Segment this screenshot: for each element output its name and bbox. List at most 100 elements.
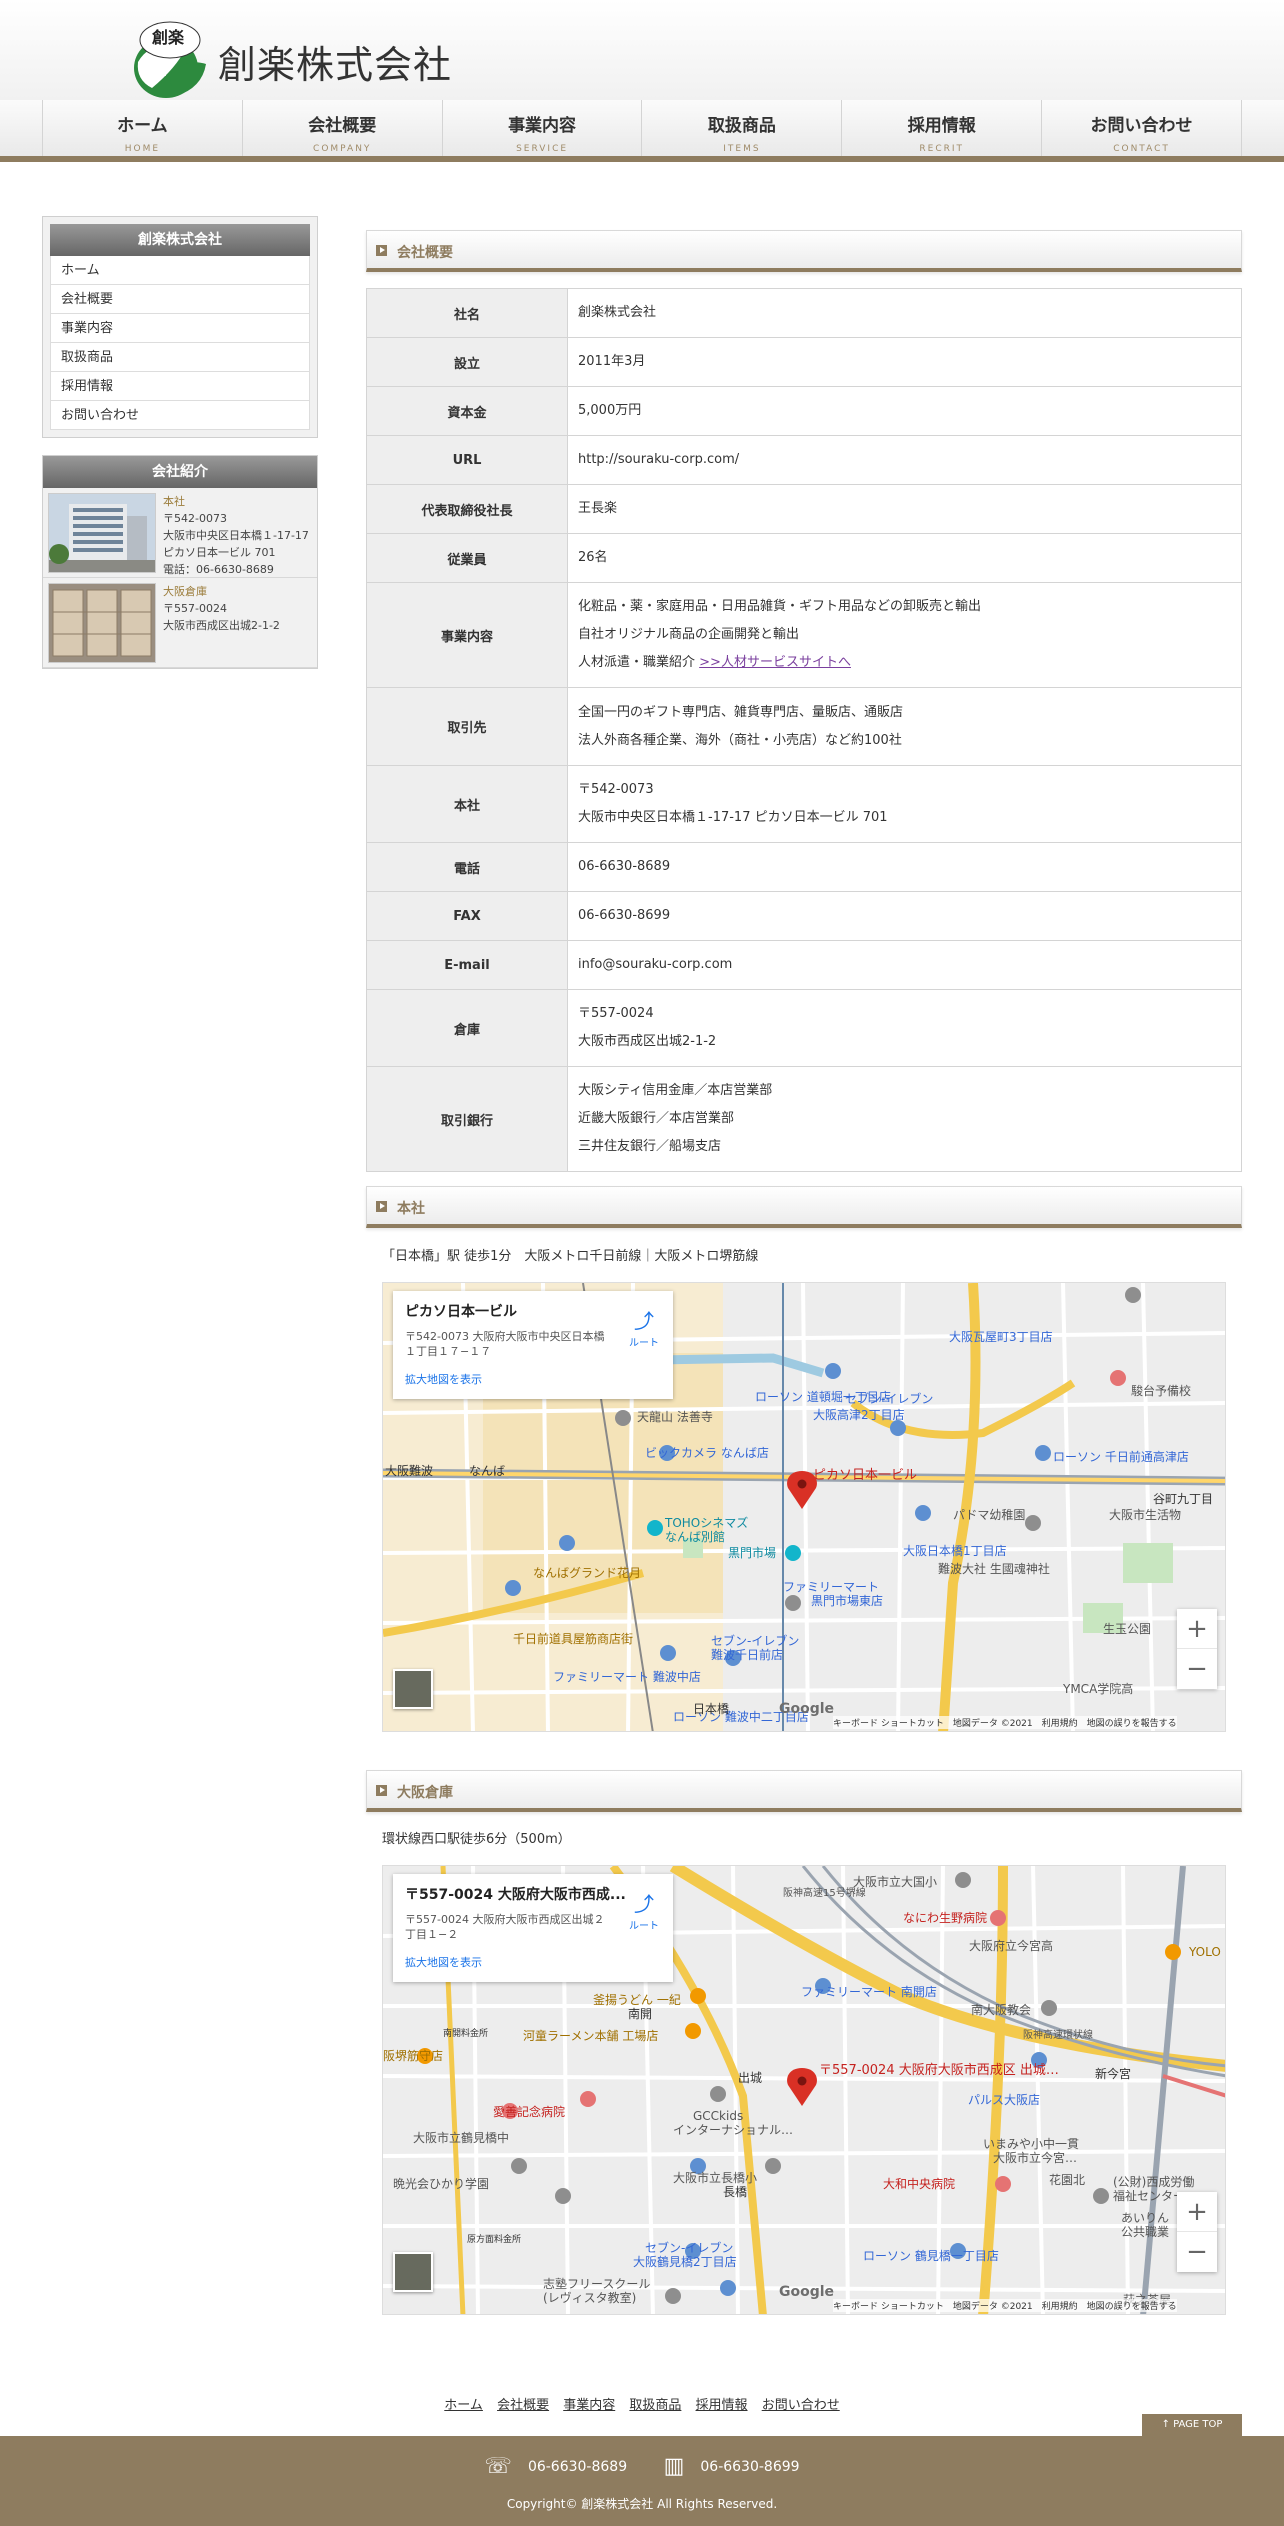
map-label: 晩光会ひかり学園 [393,2176,489,2191]
map-label: なにわ生野病院 [903,1910,987,1925]
row-value-line: 大阪市西成区出城2-1-2 [578,1034,717,1049]
zoom-out-button[interactable]: − [1177,2232,1217,2272]
directions-button[interactable]: ⤴ ルート [629,1305,659,1349]
satellite-toggle[interactable] [393,2252,433,2292]
sidebar-item-contact[interactable]: お問い合わせ [50,401,310,430]
row-value-line: 人材派遣・職業紹介 >>人材サービスサイトへ [578,649,1231,677]
footer-link-home[interactable]: ホーム [444,2398,483,2413]
row-value-line: 法人外商各種企業、海外（商社・小売店）など約100社 [578,732,902,748]
intro-name: 大阪倉庫 [163,585,207,598]
footer-links: ホーム 会社概要 事業内容 取扱商品 採用情報 お問い合わせ [0,2394,1284,2413]
map-label: ファミリーマート 難波中店 [553,1669,701,1684]
map-label: GCCkids [693,2109,743,2123]
map-attribution[interactable]: キーボード ショートカット 地図データ ©2021 利用規約 地図の誤りを報告す… [833,2299,1177,2312]
map-info-card: ピカソ日本一ビル 〒542-0073 大阪府大阪市中央区日本橋１丁目１７−１７ … [393,1291,673,1399]
table-row: 資本金 5,000万円 [366,386,1242,436]
zoom-out-button[interactable]: − [1177,1649,1217,1689]
staffing-site-link[interactable]: >>人材サービスサイトへ [699,655,851,670]
map-label: あいりん [1121,2211,1169,2225]
intro-item-honsha[interactable]: 本社 〒542-0073 大阪市中央区日本橋１-17-17 ピカソ日本一ビル 7… [43,488,317,578]
nav-sub-label: ITEMS [723,144,761,154]
map-info-card: 〒557-0024 大阪府大阪市西成... 〒557-0024 大阪府大阪市西成… [393,1874,673,1982]
zoom-in-button[interactable]: + [1177,2192,1217,2232]
satellite-toggle[interactable] [393,1669,433,1709]
map-place-address: 〒542-0073 大阪府大阪市中央区日本橋１丁目１７−１７ [405,1330,605,1358]
row-label: 設立 [366,337,568,387]
map-label: 大阪高津2丁目店 [813,1407,905,1422]
footer-link-recruit[interactable]: 採用情報 [696,2398,748,2413]
sidebar-item-home[interactable]: ホーム [50,256,310,285]
intro-item-souko[interactable]: 大阪倉庫 〒557-0024 大阪市西成区出城2-1-2 [43,578,317,668]
row-value-line: 自社オリジナル商品の企画開発と輸出 [578,627,800,642]
footer-link-company[interactable]: 会社概要 [497,2398,549,2413]
footer-link-service[interactable]: 事業内容 [563,2398,615,2413]
footer-tel-number: 06-6630-8689 [527,2458,628,2475]
directions-icon: ⤴ [634,1892,654,1916]
nav-contact[interactable]: お問い合わせ CONTACT [1042,100,1242,156]
table-row: FAX 06-6630-8699 [366,891,1242,941]
nav-items[interactable]: 取扱商品 ITEMS [642,100,843,156]
page-top-button[interactable]: ↑ PAGE TOP [1142,2414,1242,2436]
map-label: 大阪市立鶴見橋中 [413,2130,509,2145]
map-label: パルス大阪店 [968,2093,1040,2107]
map-attribution[interactable]: キーボード ショートカット 地図データ ©2021 利用規約 地図の誤りを報告す… [833,1716,1177,1729]
map-label: (公財)西成労働 [1113,2174,1194,2189]
table-row: 従業員 26名 [366,533,1242,583]
map-label: (レヴィスタ教室) [543,2290,636,2305]
map-label: 花園北 [1049,2172,1085,2187]
map-label: 河童ラーメン本舗 工場店 [523,2028,658,2043]
sidebar-item-company[interactable]: 会社概要 [50,285,310,314]
phone-icon: ☏ [484,2454,512,2479]
nav-label: ホーム [117,116,168,136]
map-label: 生玉公園 [1103,1622,1151,1636]
map-label: なんば [469,1464,505,1478]
nav-recruit[interactable]: 採用情報 RECRIT [842,100,1043,156]
intro-line: 電話：06-6630-8689 [163,563,274,576]
map-label: 大阪難波 [385,1463,433,1478]
table-row: E-mail info@souraku-corp.com [366,940,1242,990]
view-larger-map-link[interactable]: 拡大地図を表示 [405,1371,661,1387]
row-label: 倉庫 [366,989,568,1067]
nav-home[interactable]: ホーム HOME [43,100,243,156]
row-value-line: 〒542-0073 [578,782,654,797]
sidebar-item-service[interactable]: 事業内容 [50,314,310,343]
directions-label: ルート [629,1921,659,1932]
view-larger-map-link[interactable]: 拡大地図を表示 [405,1954,661,1970]
footer-link-contact[interactable]: お問い合わせ [762,2398,840,2413]
footer-tel: ☏ 06-6630-8689 [476,2454,635,2479]
map-label: インターナショナル… [673,2123,793,2137]
map-label: 谷町九丁目 [1153,1492,1213,1506]
section-title: 会社概要 [397,245,453,261]
map-label: いまみや小中一貫 [983,2136,1079,2151]
map-label: 駿台予備校 [1131,1383,1191,1398]
souko-map[interactable]: 〒557-0024 大阪府大阪市西成区 出城… 大阪市立大国小 なにわ生野病院 … [382,1865,1226,2315]
map-label: TOHOシネマズ [664,1515,748,1530]
zoom-control: + − [1177,1609,1217,1689]
map-label: セブン-イレブン [845,1391,933,1406]
footer-fax: ▥ 06-6630-8699 [656,2454,808,2479]
google-logo: Google [779,1701,835,1717]
company-name-heading: 創楽株式会社 [218,43,453,87]
row-value-text: 人材派遣・職業紹介 [578,655,696,670]
map-label: 新今宮 [1095,2066,1131,2081]
souko-access-text: 環状線西口駅徒歩6分（500m） [382,1832,571,1847]
sidebar-item-recruit[interactable]: 採用情報 [50,372,310,401]
zoom-in-button[interactable]: + [1177,1609,1217,1649]
map-label: 日本橋 [693,1702,729,1716]
nav-company[interactable]: 会社概要 COMPANY [243,100,443,156]
row-label: 資本金 [366,386,568,436]
footer-link-items[interactable]: 取扱商品 [629,2398,681,2413]
sidebar-item-items[interactable]: 取扱商品 [50,343,310,372]
map-label: 原方面料金所 [467,2233,521,2245]
directions-button[interactable]: ⤴ ルート [629,1888,659,1932]
nav-sub-label: COMPANY [313,144,372,154]
intro-line: ピカソ日本一ビル 701 [163,546,276,559]
row-label: 取引先 [366,687,568,766]
honsha-map[interactable]: ピカソ日本一ビル 大阪瓦屋町3丁目店 ローソン 道頓堀一丁目店 セブン-イレブン… [382,1282,1226,1732]
section-title: 本社 [397,1201,425,1217]
row-label: 従業員 [366,533,568,583]
sidebar-title: 創楽株式会社 [50,224,310,256]
company-logo[interactable]: 創楽 SR [132,18,212,100]
section-marker-icon [376,1785,387,1796]
nav-service[interactable]: 事業内容 SERVICE [443,100,643,156]
